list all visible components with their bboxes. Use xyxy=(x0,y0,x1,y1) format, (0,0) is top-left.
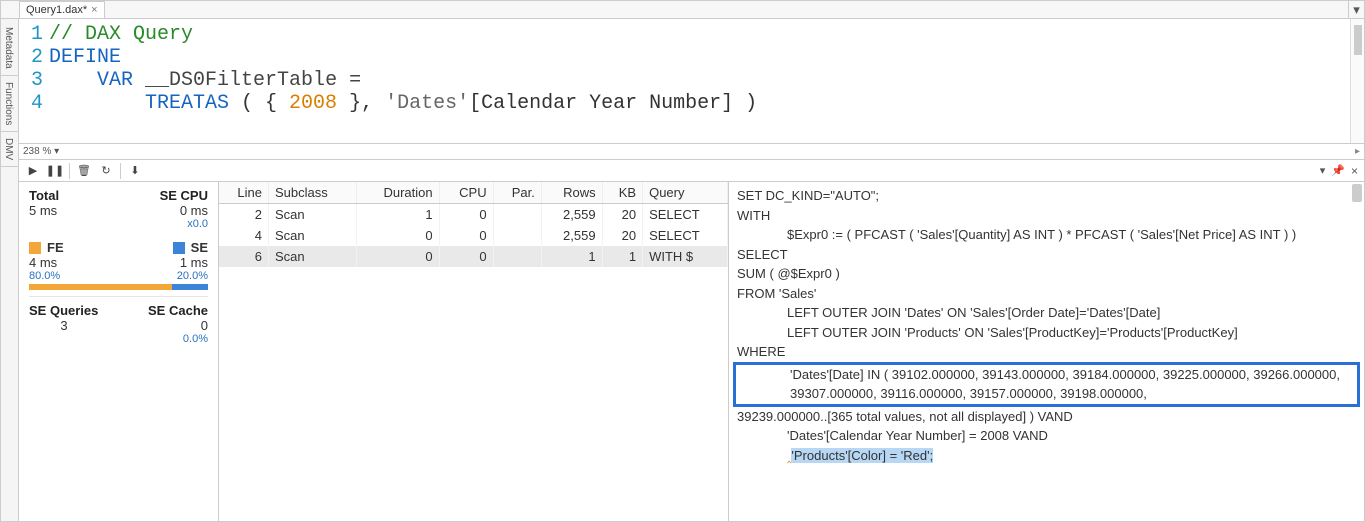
detail-line: 39239.000000..[365 total values, not all… xyxy=(737,407,1356,427)
col-line[interactable]: Line xyxy=(219,182,268,204)
detail-line: SUM ( @$Expr0 ) xyxy=(737,264,1356,284)
code-editor[interactable]: 1 2 3 4 // DAX Query DEFINE VAR __DS0Fil… xyxy=(19,19,1364,144)
fe-se-bar xyxy=(29,284,208,290)
detail-line: WHERE xyxy=(737,342,1356,362)
trash-button[interactable]: 🗑 xyxy=(76,163,92,179)
line-gutter: 1 2 3 4 xyxy=(19,19,49,143)
secpu-value: 0 ms xyxy=(138,203,208,218)
detail-line: ‸'Products'[Color] = 'Red'; xyxy=(737,446,1356,466)
detail-line: SET DC_KIND="AUTO"; xyxy=(737,186,1356,206)
se-value: 1 ms xyxy=(180,255,208,270)
tab-query1[interactable]: Query1.dax* × xyxy=(19,1,105,18)
scan-table: Line Subclass Duration CPU Par. Rows KB … xyxy=(219,182,729,521)
col-query[interactable]: Query xyxy=(643,182,728,204)
sidetab-dmv[interactable]: DMV xyxy=(1,132,18,167)
detail-line: $Expr0 := ( PFCAST ( 'Sales'[Quantity] A… xyxy=(737,225,1356,245)
code-area[interactable]: // DAX Query DEFINE VAR __DS0FilterTable… xyxy=(49,19,1350,143)
zoom-bar: 238 % ▾ ▸ xyxy=(19,144,1364,160)
sec-label: SE Cache xyxy=(138,303,208,318)
zoom-value: 238 % xyxy=(23,146,51,157)
fe-label: FE xyxy=(47,240,64,255)
total-label: Total xyxy=(29,188,99,203)
window-dropdown-icon[interactable]: ▾ xyxy=(1320,164,1326,177)
se-pct: 20.0% xyxy=(177,270,208,282)
detail-line: FROM 'Sales' xyxy=(737,284,1356,304)
secpu-sub: x0.0 xyxy=(138,218,208,230)
se-swatch xyxy=(173,242,185,254)
table-row[interactable]: 2 Scan 1 0 2,559 20 SELECT xyxy=(219,204,728,226)
detail-line: 'Dates'[Date] IN ( 39102.000000, 39143.0… xyxy=(740,365,1353,404)
play-button[interactable]: ▶ xyxy=(25,163,41,179)
fe-value: 4 ms xyxy=(29,255,57,270)
se-label: SE xyxy=(191,240,208,255)
refresh-button[interactable]: ↻ xyxy=(98,163,114,179)
timing-stats: Total 5 ms SE CPU 0 ms x0.0 FE SE 4 ms 1… xyxy=(19,182,219,521)
close-icon[interactable]: × xyxy=(91,4,97,16)
results-toolbar: ▶ ❚❚ 🗑 ↻ ⬇ ▾ 📌 × xyxy=(19,160,1364,182)
table-row[interactable]: 6 Scan 0 0 1 1 WITH $ xyxy=(219,246,728,267)
detail-line: LEFT OUTER JOIN 'Dates' ON 'Sales'[Order… xyxy=(737,303,1356,323)
query-detail[interactable]: SET DC_KIND="AUTO"; WITH $Expr0 := ( PFC… xyxy=(729,182,1364,521)
secpu-label: SE CPU xyxy=(138,188,208,203)
col-subclass[interactable]: Subclass xyxy=(268,182,356,204)
scroll-thumb[interactable] xyxy=(1352,184,1362,202)
table-row[interactable]: 4 Scan 0 0 2,559 20 SELECT xyxy=(219,225,728,246)
table-header: Line Subclass Duration CPU Par. Rows KB … xyxy=(219,182,728,204)
download-button[interactable]: ⬇ xyxy=(127,163,143,179)
minimap[interactable] xyxy=(1350,19,1364,143)
pause-button[interactable]: ❚❚ xyxy=(47,163,63,179)
col-par[interactable]: Par. xyxy=(493,182,541,204)
tab-label: Query1.dax* xyxy=(26,4,87,16)
sec-sub: 0.0% xyxy=(138,333,208,345)
col-kb[interactable]: KB xyxy=(602,182,642,204)
total-value: 5 ms xyxy=(29,203,99,218)
selected-text: 'Products'[Color] = 'Red'; xyxy=(791,448,933,463)
sidetab-metadata[interactable]: Metadata xyxy=(1,21,18,76)
sec-value: 0 xyxy=(138,318,208,333)
col-rows[interactable]: Rows xyxy=(541,182,602,204)
fe-pct: 80.0% xyxy=(29,270,60,282)
chevron-down-icon[interactable]: ▾ xyxy=(1348,1,1364,18)
close-panel-icon[interactable]: × xyxy=(1351,164,1358,178)
detail-line: 'Dates'[Calendar Year Number] = 2008 VAN… xyxy=(737,426,1356,446)
col-duration[interactable]: Duration xyxy=(356,182,439,204)
pin-icon[interactable]: 📌 xyxy=(1331,164,1345,177)
tab-bar: Query1.dax* × ▾ xyxy=(1,1,1364,19)
fe-swatch xyxy=(29,242,41,254)
detail-line: SELECT xyxy=(737,245,1356,265)
side-tabs: Metadata Functions DMV xyxy=(1,19,19,521)
seq-value: 3 xyxy=(29,318,99,333)
col-cpu[interactable]: CPU xyxy=(439,182,493,204)
detail-line: LEFT OUTER JOIN 'Products' ON 'Sales'[Pr… xyxy=(737,323,1356,343)
zoom-chevron-icon[interactable]: ▾ xyxy=(51,146,59,157)
detail-line: WITH xyxy=(737,206,1356,226)
seq-label: SE Queries xyxy=(29,303,99,318)
scroll-right-icon[interactable]: ▸ xyxy=(1355,146,1364,157)
highlighted-clause: 'Dates'[Date] IN ( 39102.000000, 39143.0… xyxy=(733,362,1360,407)
sidetab-functions[interactable]: Functions xyxy=(1,76,18,132)
